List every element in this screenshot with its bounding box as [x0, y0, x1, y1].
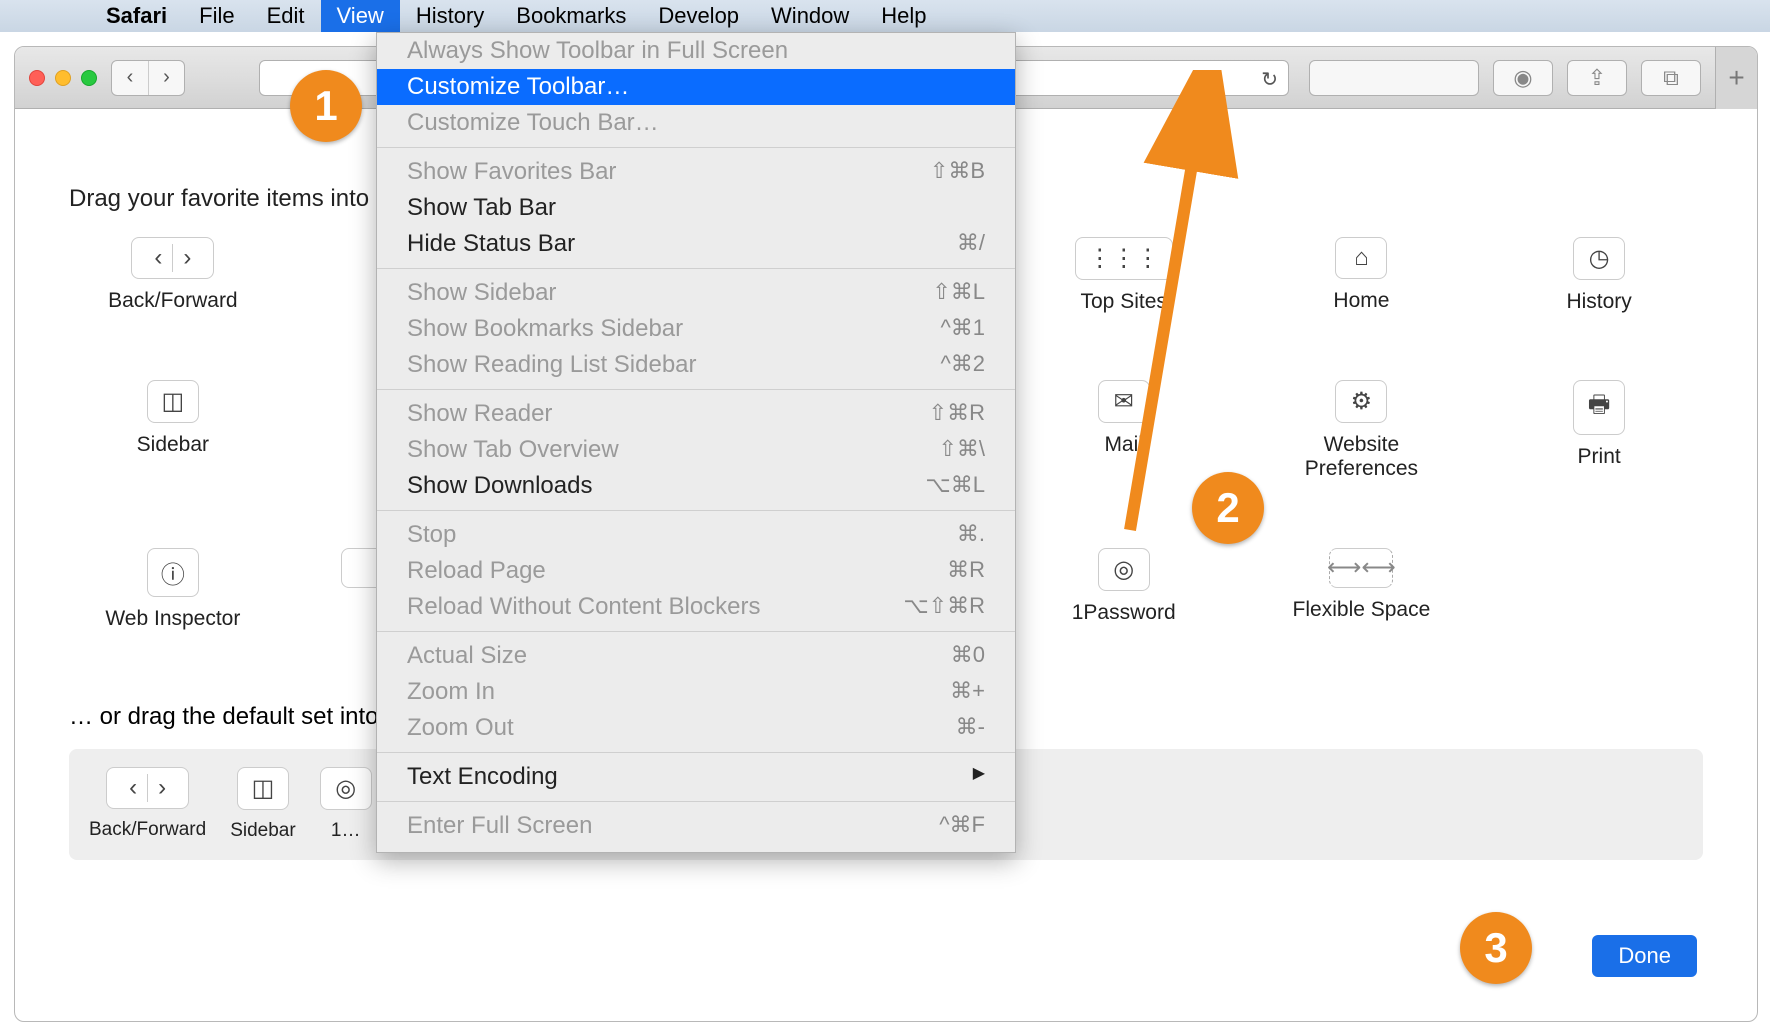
menu-window[interactable]: Window — [755, 0, 865, 32]
menu-develop[interactable]: Develop — [642, 0, 755, 32]
menu-item-actual-size: Actual Size⌘0 — [377, 638, 1015, 674]
menu-item-stop: Stop⌘. — [377, 517, 1015, 553]
palette-item-password[interactable]: ◎1Password — [1020, 548, 1228, 677]
reload-icon[interactable]: ↻ — [1261, 67, 1278, 92]
palette-item-label: Home — [1333, 289, 1389, 313]
palette-item-sidebar[interactable]: ◫Sidebar — [69, 380, 277, 527]
menu-item-show-reading-list-sidebar: Show Reading List Sidebar^⌘2 — [377, 347, 1015, 383]
menu-item-zoom-out: Zoom Out⌘- — [377, 710, 1015, 746]
default-item-sidebar[interactable]: ◫Sidebar — [230, 767, 296, 842]
menu-item-zoom-in: Zoom In⌘+ — [377, 674, 1015, 710]
back-button[interactable]: ‹ — [112, 61, 148, 95]
back-forward-buttons[interactable]: ‹ › — [111, 60, 185, 96]
menu-item-customize-touch-bar: Customize Touch Bar… — [377, 105, 1015, 141]
default-item-[interactable]: ◎1… — [320, 767, 372, 842]
palette-item-label: Back/Forward — [108, 289, 238, 313]
menu-item-show-bookmarks-sidebar: Show Bookmarks Sidebar^⌘1 — [377, 311, 1015, 347]
downloads-button[interactable]: ◉ — [1493, 60, 1553, 96]
new-tab-button[interactable]: + — [1715, 47, 1757, 109]
menu-item-reload-without-content-blockers: Reload Without Content Blockers⌥⇧⌘R — [377, 589, 1015, 625]
palette-item-home[interactable]: ⌂Home — [1258, 237, 1466, 360]
palette-item-history[interactable]: ◷History — [1495, 237, 1703, 360]
menubar: Safari File Edit View History Bookmarks … — [0, 0, 1770, 32]
menu-history[interactable]: History — [400, 0, 500, 32]
callout-1: 1 — [290, 70, 362, 142]
palette-item-label: Sidebar — [137, 433, 209, 457]
menu-item-reload-page: Reload Page⌘R — [377, 553, 1015, 589]
palette-item-label: Mail — [1104, 433, 1143, 457]
menu-item-show-tab-bar[interactable]: Show Tab Bar — [377, 190, 1015, 226]
tabs-button[interactable]: ⧉ — [1641, 60, 1701, 96]
palette-item-label: Website Preferences — [1305, 433, 1418, 481]
menu-item-hide-status-bar[interactable]: Hide Status Bar⌘/ — [377, 226, 1015, 262]
palette-item-label: 1Password — [1072, 601, 1176, 625]
close-window-button[interactable] — [29, 70, 45, 86]
menu-item-show-tab-overview: Show Tab Overview⇧⌘\ — [377, 432, 1015, 468]
menu-edit[interactable]: Edit — [251, 0, 321, 32]
palette-item-label: Print — [1578, 445, 1621, 469]
palette-item-website-preferences[interactable]: ⚙Website Preferences — [1258, 380, 1466, 527]
callout-2: 2 — [1192, 472, 1264, 544]
menu-app[interactable]: Safari — [90, 0, 183, 32]
toolbar-blank-slot[interactable] — [1309, 60, 1479, 96]
menu-item-show-favorites-bar: Show Favorites Bar⇧⌘B — [377, 154, 1015, 190]
menu-file[interactable]: File — [183, 0, 250, 32]
callout-3: 3 — [1460, 912, 1532, 984]
palette-item-label: Top Sites — [1081, 290, 1167, 314]
palette-item-label: Flexible Space — [1293, 598, 1431, 622]
menu-item-show-sidebar: Show Sidebar⇧⌘L — [377, 275, 1015, 311]
done-button[interactable]: Done — [1592, 935, 1697, 977]
minimize-window-button[interactable] — [55, 70, 71, 86]
palette-item-flexible-space[interactable]: ⟷Flexible Space — [1258, 548, 1466, 677]
menu-item-customize-toolbar[interactable]: Customize Toolbar… — [377, 69, 1015, 105]
palette-item-label: Web Inspector — [105, 607, 240, 631]
palette-item-label: History — [1566, 290, 1631, 314]
view-menu-dropdown: Always Show Toolbar in Full ScreenCustom… — [376, 32, 1016, 853]
menu-item-show-reader: Show Reader⇧⌘R — [377, 396, 1015, 432]
forward-button[interactable]: › — [148, 61, 184, 95]
menu-item-show-downloads[interactable]: Show Downloads⌥⌘L — [377, 468, 1015, 504]
menu-item-text-encoding[interactable]: Text Encoding▶ — [377, 759, 1015, 795]
palette-item-top-sites[interactable]: ⋮⋮⋮Top Sites — [1020, 237, 1228, 360]
menu-help[interactable]: Help — [865, 0, 942, 32]
palette-item-web-inspector[interactable]: ⓘWeb Inspector — [69, 548, 277, 677]
menu-view[interactable]: View — [321, 0, 400, 32]
menu-item-enter-full-screen: Enter Full Screen^⌘F — [377, 808, 1015, 844]
share-button[interactable]: ⇪ — [1567, 60, 1627, 96]
palette-item-print[interactable]: 🖶Print — [1495, 380, 1703, 527]
menu-bookmarks[interactable]: Bookmarks — [500, 0, 642, 32]
palette-item-back-forward[interactable]: ‹›Back/Forward — [69, 237, 277, 360]
menu-item-always-show-toolbar-in-full-screen: Always Show Toolbar in Full Screen — [377, 33, 1015, 69]
zoom-window-button[interactable] — [81, 70, 97, 86]
default-item-back-forward[interactable]: ‹›Back/Forward — [89, 767, 206, 841]
